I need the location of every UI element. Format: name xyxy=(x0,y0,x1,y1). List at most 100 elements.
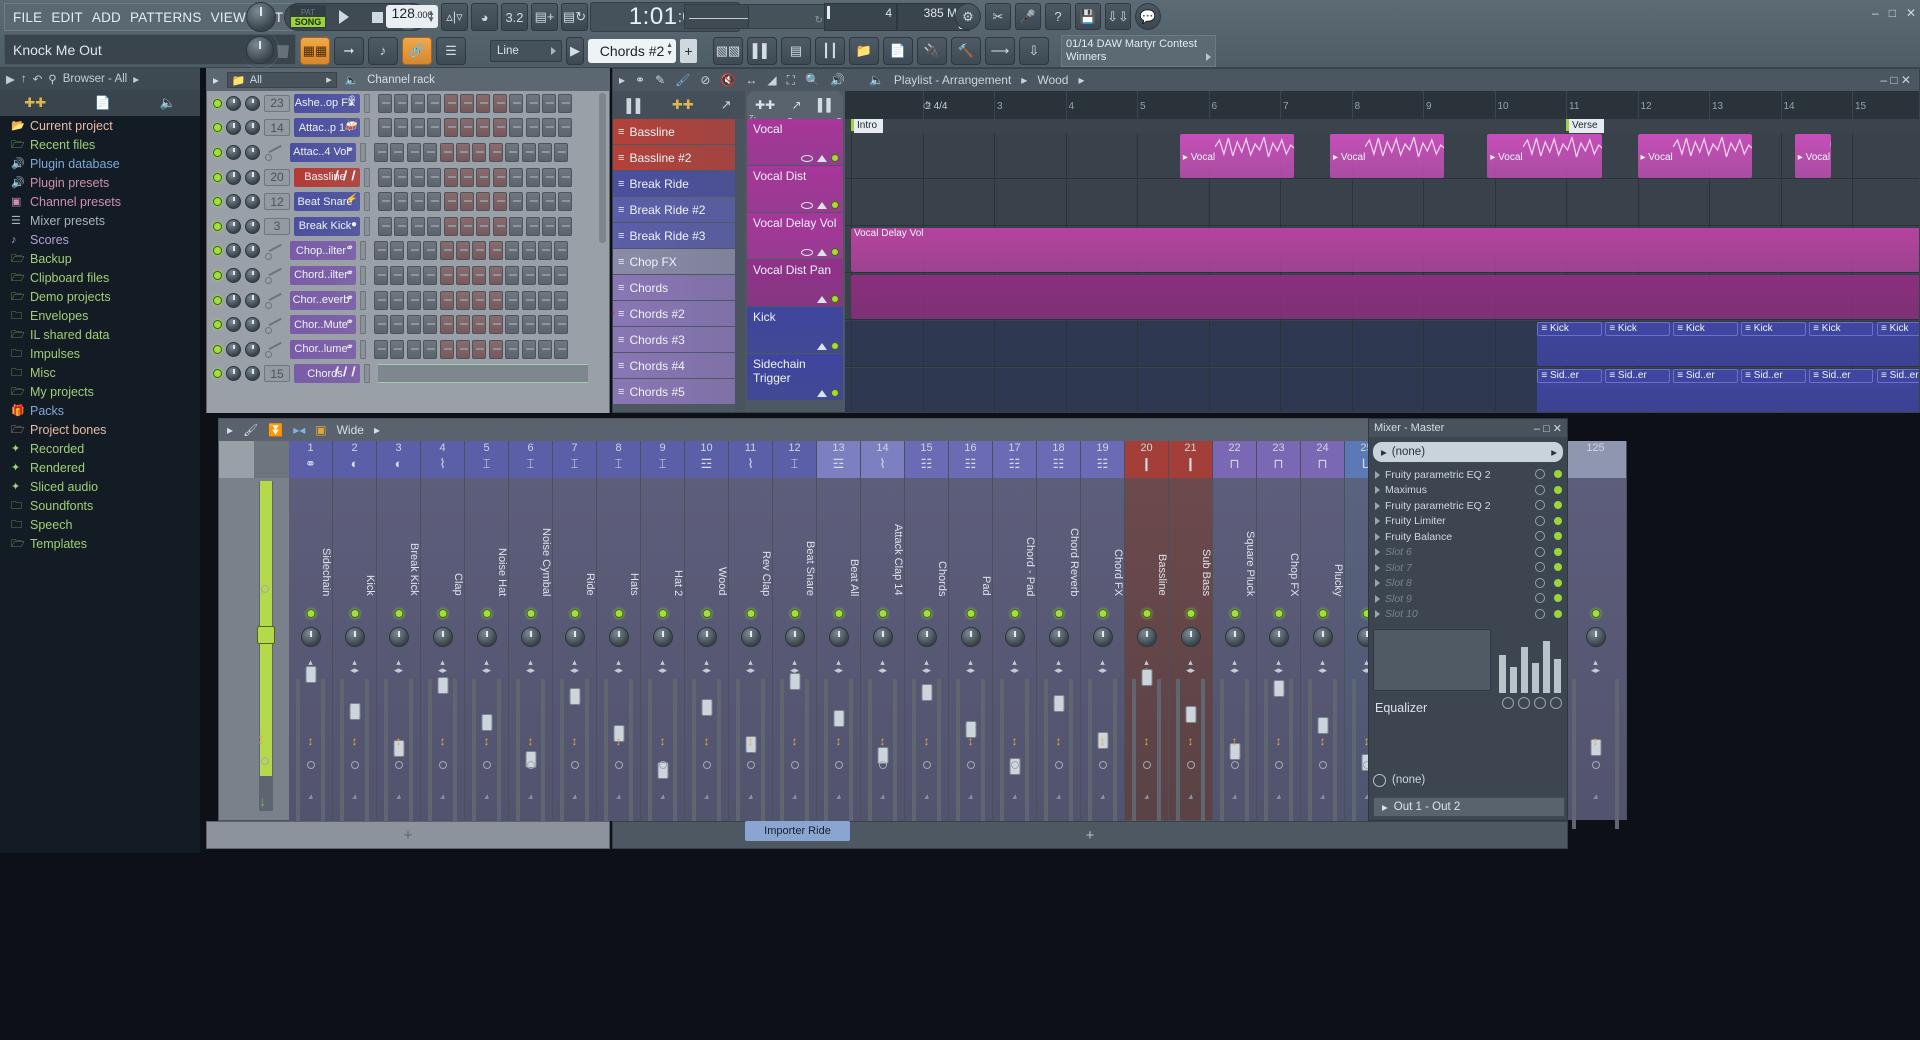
mixer-stereo-arrows[interactable]: ▴◂▸ xyxy=(1274,658,1283,675)
add-channel-button[interactable]: + xyxy=(404,827,413,844)
mixer-volume-fader[interactable] xyxy=(437,677,448,694)
browser-item-my-projects[interactable]: 🗁 My projects xyxy=(0,382,200,401)
mixer-pan-knob[interactable] xyxy=(1180,627,1201,647)
mixer-route-arrow-icon[interactable]: ↕ xyxy=(352,734,358,748)
file-icon[interactable]: 📄 xyxy=(883,36,913,65)
step-button[interactable] xyxy=(423,142,438,162)
mixer-strip-led[interactable] xyxy=(526,609,535,618)
step-button[interactable] xyxy=(472,265,487,285)
channel-rack-scrollbar[interactable] xyxy=(599,93,606,243)
master-record-toggle[interactable] xyxy=(261,757,269,765)
playlist-grid[interactable]: 23456789101112131415161718⏱ 4/4 IntroVer… xyxy=(845,91,1919,412)
step-sequencer-row[interactable] xyxy=(378,216,573,236)
track-expand-icon[interactable] xyxy=(817,248,827,256)
mixer-record-toggle[interactable] xyxy=(1318,761,1327,769)
mixer-volume-fader[interactable] xyxy=(1317,717,1328,734)
playlist-window-controls[interactable]: – □ ✕ xyxy=(1880,73,1911,87)
step-button[interactable] xyxy=(488,142,503,162)
mixer-volume-fader[interactable] xyxy=(1185,706,1196,723)
playlist-pattern-item[interactable]: ≡ Break Ride #3 xyxy=(613,223,745,248)
mixer-pan-knob[interactable] xyxy=(476,627,497,647)
mixer-pan-knob[interactable] xyxy=(652,627,673,647)
browser-tab-speaker-icon[interactable]: 🔈 xyxy=(160,95,176,111)
playlist-track[interactable]: Kick xyxy=(747,307,843,353)
minimize-button[interactable]: – xyxy=(1872,6,1879,20)
mixer-strip-led[interactable] xyxy=(790,609,799,618)
menu-item-file[interactable]: FILE xyxy=(13,10,42,25)
automation-icon[interactable]: ↗ xyxy=(721,97,732,113)
step-button[interactable] xyxy=(455,315,470,335)
microphone-icon[interactable]: 🎤 xyxy=(1015,3,1041,30)
column-icon[interactable]: ☰ xyxy=(436,36,466,65)
fx-slot[interactable]: Slot 6 xyxy=(1369,545,1567,561)
mixer-pan-knob[interactable] xyxy=(872,627,893,647)
step-edit-icon[interactable]: ▤+ xyxy=(531,3,558,31)
playlist-clip[interactable]: ≡ Sid..er xyxy=(1605,369,1670,383)
mixer-output-caret-icon[interactable]: ▴ xyxy=(660,791,665,802)
mixer-route-arrow-icon[interactable]: ↕ xyxy=(528,734,534,748)
mixer-record-toggle[interactable] xyxy=(526,761,535,769)
mixer-stereo-arrows[interactable]: ▴◂▸ xyxy=(1591,658,1600,675)
channel-name-button[interactable]: Attac..p 14 🥁 xyxy=(294,118,360,138)
step-button[interactable] xyxy=(525,192,540,212)
mixer-record-toggle[interactable] xyxy=(1010,761,1019,769)
note-icon[interactable]: ♪ xyxy=(368,36,398,65)
paint-icon[interactable]: ⟶ xyxy=(985,36,1015,65)
channel-name-button[interactable]: Break Kick ● xyxy=(294,216,360,236)
mixer-stereo-arrows[interactable]: ▴◂▸ xyxy=(1186,658,1195,675)
mixer-strip[interactable]: 16 ☷ Pad ▴ ◂▸ ↕ ▴ xyxy=(949,441,993,829)
playlist-clip[interactable] xyxy=(851,275,1919,319)
count-in-icon[interactable]: 3.2 xyxy=(501,3,528,31)
channel-link-icon[interactable] xyxy=(264,244,286,260)
channel-row[interactable]: Chord..ilter ⚭ xyxy=(207,263,609,288)
browser-item-recorded[interactable]: ✦ Recorded xyxy=(0,439,200,458)
waveform-icon[interactable]: ✚✚ xyxy=(672,97,694,113)
mixer-volume-fader[interactable] xyxy=(569,688,580,705)
slice-icon[interactable]: ◢ xyxy=(767,73,776,87)
mixer-record-toggle[interactable] xyxy=(394,761,403,769)
browser-tab-file-icon[interactable]: 📄 xyxy=(95,95,111,111)
mixer-stereo-arrows[interactable]: ▴◂▸ xyxy=(878,658,887,675)
mixer-volume-fader[interactable] xyxy=(349,703,360,720)
mixer-output-caret-icon[interactable]: ▴ xyxy=(968,791,973,802)
fx-slot-arrow-icon[interactable] xyxy=(1375,548,1380,557)
mixer-pan-knob[interactable] xyxy=(1224,627,1245,647)
step-button[interactable] xyxy=(378,93,392,113)
playlist-clip[interactable]: Vocal Delay Vol xyxy=(851,228,1919,272)
step-button[interactable] xyxy=(537,339,552,359)
fx-slot-arrow-icon[interactable] xyxy=(1375,486,1380,495)
step-button[interactable] xyxy=(505,315,520,335)
channel-row[interactable]: 14 Attac..p 14 🥁 xyxy=(207,116,609,141)
mute-icon[interactable]: 🔇 xyxy=(720,73,735,87)
mixer-strip-led[interactable] xyxy=(658,609,667,618)
step-button[interactable] xyxy=(423,315,438,335)
fx-plugin-selector[interactable]: ▸ (none) ▸ xyxy=(1373,442,1563,462)
mixer-view-mode[interactable]: Wide xyxy=(337,423,364,437)
eq-band-4[interactable] xyxy=(1550,697,1562,709)
channel-name-button[interactable]: Bassline ❙❙❙ xyxy=(294,167,360,187)
metronome-icon[interactable]: ▵|▿ xyxy=(441,3,468,31)
playlist-track[interactable]: Vocal xyxy=(747,119,843,165)
play-button[interactable] xyxy=(329,5,359,29)
step-button[interactable] xyxy=(554,315,569,335)
playlist-clip[interactable]: ▸ Vocal xyxy=(1637,134,1752,178)
mixer-strip-led[interactable] xyxy=(702,609,711,618)
channel-volume-knob[interactable] xyxy=(245,341,260,357)
tool-icon[interactable]: 🔨 xyxy=(951,36,981,65)
channel-name-button[interactable]: Ashe..op FX 🎙 xyxy=(294,93,360,113)
step-button[interactable] xyxy=(472,241,487,261)
mixer-pan-knob[interactable] xyxy=(916,627,937,647)
channel-volume-knob[interactable] xyxy=(245,366,260,382)
mixer-strip[interactable]: 4 ⌇ Clap ▴ ◂▸ ↕ ▴ xyxy=(421,441,465,829)
channel-name-button[interactable]: Chor..everb ⚭ xyxy=(290,290,356,310)
mixer-stereo-arrows[interactable]: ▴◂▸ xyxy=(746,658,755,675)
step-button[interactable] xyxy=(394,192,409,212)
step-button[interactable] xyxy=(541,118,556,138)
mixer-output-caret-icon[interactable]: ▴ xyxy=(1188,791,1193,802)
step-button[interactable] xyxy=(505,265,520,285)
mixer-route-arrow-icon[interactable]: ↕ xyxy=(1100,734,1106,748)
step-button[interactable] xyxy=(476,118,491,138)
playlist-ruler[interactable]: 23456789101112131415161718⏱ 4/4 xyxy=(845,91,1919,119)
plugin-icon[interactable]: 🔌 xyxy=(917,36,947,65)
channel-volume-knob[interactable] xyxy=(245,120,260,136)
